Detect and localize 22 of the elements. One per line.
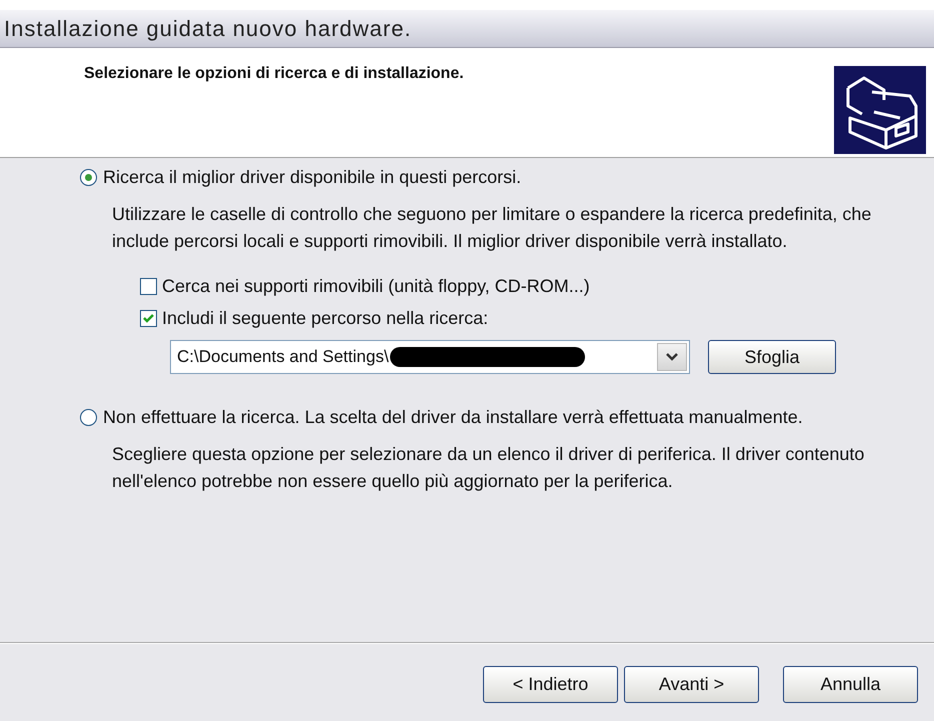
checkbox[interactable]: [140, 310, 157, 327]
path-text: C:\Documents and Settings\: [177, 346, 389, 368]
wizard-button[interactable]: Avanti >: [624, 666, 759, 703]
radio-button[interactable]: [80, 169, 97, 186]
radio-button[interactable]: [80, 409, 97, 426]
browse-button[interactable]: Sfoglia: [708, 340, 836, 374]
radio-label: Ricerca il miglior driver disponibile in questi percorsi.: [103, 166, 522, 189]
option-description: Utilizzare le caselle di controllo che seguono per limitare o espandere la ricerca predefinita, che include percorsi locali e supporti rimovibili. Il miglior driver disponibile verrà installato.: [112, 203, 872, 253]
header-title: Selezionare le opzioni di ricerca e di installazione.: [84, 64, 464, 84]
hardware-drawer-icon: [834, 66, 926, 154]
checkbox[interactable]: [140, 278, 157, 295]
window-title: Installazione guidata nuovo hardware.: [4, 15, 412, 43]
checkbox-label: Cerca nei supporti rimovibili (unità floppy, CD-ROM...): [162, 275, 590, 298]
dropdown-button[interactable]: [657, 343, 687, 371]
chevron-down-icon: [666, 353, 678, 361]
wizard-button[interactable]: Annulla: [783, 666, 918, 703]
wizard-button[interactable]: < Indietro: [483, 666, 618, 703]
option-description: Scegliere questa opzione per selezionare da un elenco il driver di periferica. Il driver contenuto nell'elenco potrebbe non essere quello più aggiornato per la periferica.: [112, 443, 866, 493]
radio-label: Non effettuare la ricerca. La scelta del driver da installare verrà effettuata manualmente.: [103, 406, 803, 429]
path-combo-box[interactable]: C:\Documents and Settings\: [170, 340, 690, 374]
check-icon: [142, 312, 155, 325]
checkbox-label: Includi il seguente percorso nella ricerca:: [162, 307, 488, 330]
